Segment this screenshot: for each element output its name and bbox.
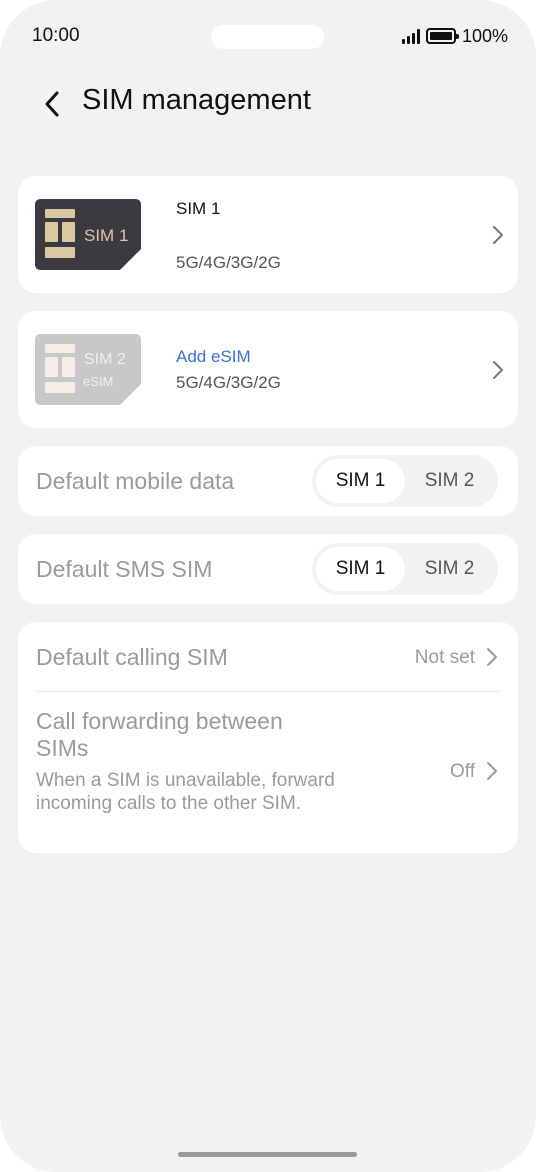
default-mobile-data-row: Default mobile data SIM 1 SIM 2 [18,446,518,516]
call-forwarding-description: When a SIM is unavailable, forward incom… [36,770,335,814]
mobile-data-sim2-option[interactable]: SIM 2 [405,459,494,503]
call-forwarding-row[interactable]: Call forwarding between SIMs When a SIM … [18,692,518,853]
chevron-right-icon [487,648,497,666]
camera-notch [211,25,324,49]
sim1-card[interactable]: SIM 1 SIM 1 5G/4G/3G/2G [18,176,518,293]
page-title: SIM management [82,84,311,116]
signal-icon [401,28,420,44]
battery-percent: 100% [461,25,508,46]
sim1-network: 5G/4G/3G/2G [176,253,281,272]
default-sms-row: Default SMS SIM SIM 1 SIM 2 [18,534,518,604]
back-button[interactable] [30,82,74,126]
call-forwarding-value: Off [450,761,475,782]
status-bar: 10:00 100% [0,0,536,72]
default-sms-label: Default SMS SIM [36,556,213,582]
esim-badge: eSIM [83,374,113,389]
chevron-right-icon [493,226,503,244]
status-indicators: 100% [401,24,508,48]
calling-settings-card: Default calling SIM Not set Call forward… [18,622,518,853]
page-header: SIM management [0,72,536,132]
default-calling-value: Not set [414,647,475,668]
sim1-card-icon: SIM 1 [35,199,141,270]
mobile-data-sim-selector: SIM 1 SIM 2 [312,455,498,507]
mobile-data-sim1-option[interactable]: SIM 1 [316,459,405,503]
home-indicator[interactable] [178,1152,357,1157]
default-calling-row[interactable]: Default calling SIM Not set [18,622,518,692]
chevron-right-icon [493,361,503,379]
status-time: 10:00 [32,25,80,46]
sim1-badge: SIM 1 [84,226,128,245]
chevron-right-icon [487,762,497,780]
sim2-card[interactable]: SIM 2 eSIM Add eSIM 5G/4G/3G/2G [18,311,518,428]
sms-sim1-option[interactable]: SIM 1 [316,547,405,591]
default-mobile-data-label: Default mobile data [36,468,235,494]
sms-sim2-option[interactable]: SIM 2 [405,547,494,591]
sim2-badge: SIM 2 [84,351,126,368]
sim2-card-icon: SIM 2 eSIM [35,334,141,405]
sim1-name: SIM 1 [176,199,221,218]
battery-icon [425,28,459,44]
sim2-network: 5G/4G/3G/2G [176,373,281,392]
call-forwarding-title: Call forwarding between SIMs [36,708,283,761]
chevron-left-icon [45,91,59,117]
add-esim-link[interactable]: Add eSIM [176,347,251,367]
default-calling-label: Default calling SIM [36,644,228,670]
phone-screen: 10:00 100% SIM management SIM 1 SIM 1 5G… [0,0,536,1172]
sms-sim-selector: SIM 1 SIM 2 [312,543,498,595]
